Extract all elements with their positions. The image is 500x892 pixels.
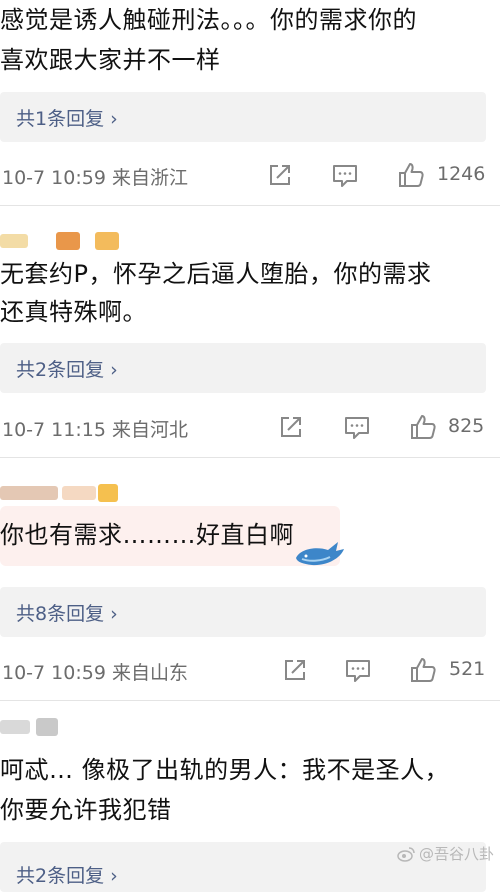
whale-icon — [296, 542, 344, 566]
comment-meta-row: 10-7 11:15 来自河北 825 — [0, 407, 500, 447]
view-replies-link[interactable]: 共8条回复 › — [16, 599, 118, 626]
watermark-text: @吾谷八卦 — [418, 845, 494, 863]
divider — [0, 700, 500, 701]
comment-meta: 10-7 10:59 来自浙江 — [2, 167, 188, 189]
view-replies-link[interactable]: 共1条回复 › — [16, 104, 118, 131]
divider — [0, 457, 500, 458]
comment-icon[interactable] — [342, 412, 372, 442]
comment-icon[interactable] — [343, 655, 373, 685]
view-replies-link[interactable]: 共2条回复 › — [16, 861, 118, 888]
comment-text-line: 呵忒… 像极了出轨的男人：我不是圣人， — [0, 756, 450, 784]
share-icon[interactable] — [276, 412, 306, 442]
comment-text-line: 你也有需求………好直白啊 — [0, 521, 294, 549]
comment-meta: 10-7 11:15 来自河北 — [2, 419, 188, 441]
comment-text-line: 无套约P，怀孕之后逼人堕胎，你的需求 — [0, 260, 432, 288]
share-icon[interactable] — [265, 160, 295, 190]
divider — [0, 205, 500, 206]
comment-meta-row: 10-7 10:59 来自山东 521 — [0, 650, 500, 690]
like-icon[interactable] — [408, 412, 438, 442]
reply-box: 共8条回复 › — [0, 587, 486, 637]
comment-text-line: 感觉是诱人触碰刑法。。。你的需求你的 — [0, 6, 417, 34]
weibo-logo-icon — [397, 846, 415, 862]
reply-box: 共2条回复 › — [0, 343, 486, 393]
like-count: 1246 — [437, 163, 486, 185]
like-icon[interactable] — [396, 160, 426, 190]
comment-text-line: 喜欢跟大家并不一样 — [0, 46, 221, 74]
reply-box: 共1条回复 › — [0, 92, 486, 142]
watermark: @吾谷八卦 — [397, 843, 494, 864]
comment-icon[interactable] — [330, 160, 360, 190]
comment-meta: 10-7 10:59 来自山东 — [2, 662, 188, 684]
like-count: 825 — [448, 415, 485, 437]
like-icon[interactable] — [408, 655, 438, 685]
like-count: 521 — [449, 658, 486, 680]
view-replies-link[interactable]: 共2条回复 › — [16, 355, 118, 382]
comment-meta-row: 10-7 10:59 来自浙江 1246 — [0, 155, 500, 195]
comment-text-line: 还真特殊啊。 — [0, 298, 147, 326]
comment-text-line: 你要允许我犯错 — [0, 796, 172, 824]
share-icon[interactable] — [280, 655, 310, 685]
